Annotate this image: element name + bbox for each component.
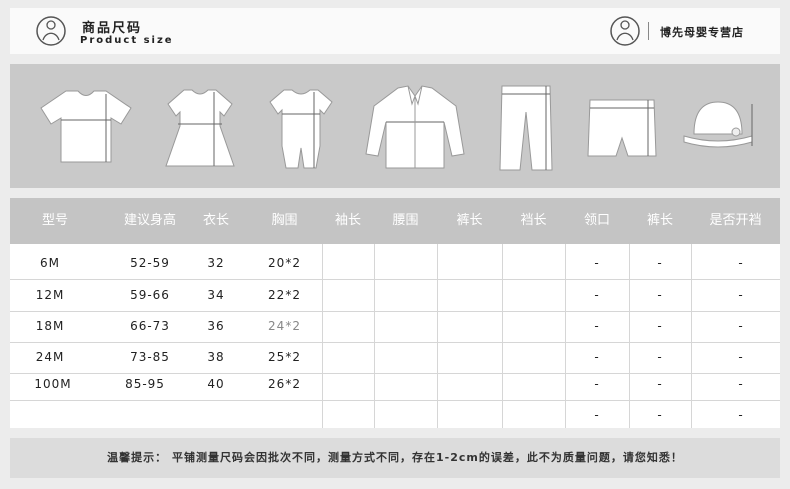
garment-illustrations [10,64,780,188]
cell-open-crotch: - [738,319,744,333]
jacket-icon [365,85,465,169]
cell-open-crotch: - [738,256,744,270]
cell-open-crotch: - [738,288,744,302]
header-cell: 型号 [41,213,68,228]
notice-text: 温馨提示： 平铺测量尺码会因批次不同，测量方式不同，存在1-2cm的误差，此不为… [107,451,683,464]
table-row: - - - [10,400,780,428]
cell-length: 34 [207,288,225,302]
page-header: 商品尺码 Product size 博先母婴专营店 [10,8,780,54]
cell-pants-length: - [657,288,663,302]
table-row: 12M 59-66 34 22*2 - - - [10,280,780,312]
cell-collar: - [594,408,600,422]
size-table: 型号 建议身高 衣长 胸围 袖长 腰围 裤长 裆长 领口 裤长 是否开裆 6M … [10,198,780,428]
cell-size: 18M [35,319,65,333]
table-row: 18M 66-73 36 24*2 - - - [10,311,780,343]
cell-collar: - [594,256,600,270]
cell-chest: 24*2 [268,319,301,333]
shop-name: 博先母婴专营店 [660,26,744,39]
cell-pants-length: - [657,377,663,391]
cell-chest: 20*2 [268,256,301,270]
table-header: 型号 建议身高 衣长 胸围 袖长 腰围 裤长 裆长 领口 裤长 是否开裆 [10,198,780,244]
cell-size: 12M [35,288,65,302]
tshirt-icon [40,90,132,163]
cell-collar: - [594,319,600,333]
table-row: 100M 85-95 40 26*2 - - - [10,369,780,401]
pants-icon [499,85,553,171]
cell-size: 100M [34,377,72,391]
header-cell: 衣长 [202,213,229,228]
baby-logo-icon [34,14,68,48]
header-cell: 裆长 [520,213,547,228]
cell-length: 32 [207,256,225,270]
header-cell: 裤长 [646,213,673,228]
cell-open-crotch: - [738,408,744,422]
cell-collar: - [594,377,600,391]
shorts-icon [587,99,657,157]
cell-size: 6M [40,256,60,270]
page-subtitle: Product size [80,35,174,46]
baby-logo-icon [608,14,642,48]
cell-chest: 26*2 [268,377,301,391]
header-cell: 腰围 [392,213,419,228]
romper-icon [269,89,333,169]
header-cell: 袖长 [334,213,361,228]
dress-icon [165,89,235,167]
cell-chest: 22*2 [268,288,301,302]
header-cell: 领口 [583,213,610,228]
shop-divider [648,22,649,40]
cell-pants-length: - [657,408,663,422]
table-row: 6M 52-59 32 20*2 - - - [10,248,780,280]
cell-collar: - [594,288,600,302]
cell-length: 40 [207,377,225,391]
size-notice: 温馨提示： 平铺测量尺码会因批次不同，测量方式不同，存在1-2cm的误差，此不为… [10,438,780,478]
hat-icon [683,101,753,148]
cell-pants-length: - [657,319,663,333]
cell-length: 36 [207,319,225,333]
header-cell: 裤长 [456,213,483,228]
page-title: 商品尺码 [82,21,143,36]
header-cell: 是否开裆 [709,213,762,228]
cell-pants-length: - [657,256,663,270]
cell-height: 85-95 [125,377,165,391]
cell-open-crotch: - [738,377,744,391]
header-cell: 胸围 [271,213,298,228]
